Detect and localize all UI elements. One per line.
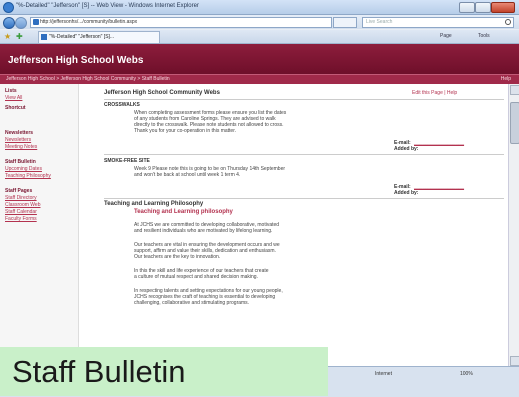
close-button[interactable] [491,2,515,13]
caption-overlay: Staff Bulletin [0,347,328,396]
nav-section-staff-bulletin: Staff Bulletin [5,159,36,165]
nav-link-staff-calendar[interactable]: Staff Calendar [5,209,37,215]
window-titlebar: "%-Detailed" "Jefferson" [S] -- Web View… [0,0,519,15]
window-title: "%-Detailed" "Jefferson" [S] -- Web View… [16,3,199,9]
nav-link-faculty-forms[interactable]: Faculty Forms [5,216,37,222]
nav-link-meeting-notes[interactable]: Meeting Notes [5,144,37,150]
tab-page-icon [41,34,47,40]
nav-section-staff-pages: Staff Pages [5,188,33,194]
url-text: http://jeffersonhs/.../community/bulleti… [40,19,138,25]
item2-divider [104,198,504,199]
zoom-level[interactable]: 100% [460,371,473,377]
item2-title: SMOKE-FREE SITE [104,158,150,164]
content-header: Jefferson High School Community Webs [104,90,220,96]
favorites-star-icon[interactable]: ★ [4,32,11,41]
search-placeholder: Live Search [366,19,393,25]
edit-page-link[interactable]: Edit this Page | Help [412,90,457,96]
nav-section-shortcut: Shortcut [5,105,26,111]
item1-email-link[interactable]: __________________ [414,140,464,146]
search-icon[interactable] [505,19,511,25]
item3-lead: Teaching and Learning philosophy [134,209,233,215]
item1-title: CROSSWALKS [104,102,140,108]
help-link[interactable]: Help [501,76,511,82]
main-content: Jefferson High School Community Webs Edi… [82,84,508,366]
item2-added-by: Added by: [394,190,419,196]
nav-section-newsletters: Newsletters [5,130,34,136]
ie-icon [3,2,14,13]
minimize-button[interactable] [459,2,475,13]
item3-p1b: and resilient individuals who are motiva… [134,228,273,234]
refresh-button[interactable] [333,17,357,28]
nav-link-teaching-philosophy[interactable]: Teaching Philosophy [5,173,51,179]
add-favorites-icon[interactable]: ✚ [16,32,23,41]
nav-section-lists: Lists [5,88,17,94]
site-title: Jefferson High School Webs [8,55,144,66]
search-input[interactable]: Live Search [362,17,514,28]
page-viewport: Jefferson High School Webs Jefferson Hig… [0,44,519,366]
header-divider [104,99,504,100]
item1-added-by: Added by: [394,146,419,152]
item3-p4c: challenging, collaborative and stimulati… [134,300,250,306]
tab-bar: ★ ✚ "%-Detailed" "Jefferson" [S]... Page… [0,30,519,44]
scroll-up-arrow[interactable] [510,85,519,95]
vertical-scrollbar[interactable] [508,84,519,366]
scroll-down-arrow[interactable] [510,356,519,366]
address-bar: http://jeffersonhs/.../community/bulleti… [0,15,519,29]
tools-menu[interactable]: Tools [478,33,490,39]
nav-link-staff-directory[interactable]: Staff Directory [5,195,37,201]
back-button[interactable] [3,17,15,29]
item1-line4: Thank you for your co-operation in this … [134,128,236,134]
item3-p3b: a culture of mutual respect and shared d… [134,274,258,280]
item2-email-link[interactable]: __________________ [414,184,464,190]
page-menu[interactable]: Page [440,33,452,39]
nav-link-view-all[interactable]: View All [5,95,22,101]
breadcrumb: Jefferson High School > Jefferson High S… [0,74,519,84]
left-nav: Lists View All Shortcut Newsletters News… [0,84,79,366]
site-header: Jefferson High School Webs [0,44,519,74]
forward-button[interactable] [15,17,27,29]
item1-divider [104,154,504,155]
maximize-button[interactable] [475,2,491,13]
tab-label: "%-Detailed" "Jefferson" [S]... [49,34,115,40]
url-input[interactable]: http://jeffersonhs/.../community/bulleti… [30,17,332,28]
nav-link-newsletters[interactable]: Newsletters [5,137,31,143]
breadcrumb-text[interactable]: Jefferson High School > Jefferson High S… [6,76,170,82]
browser-tab[interactable]: "%-Detailed" "Jefferson" [S]... [38,31,160,43]
item2-line2: and won't be back at school until week 1… [134,172,241,178]
item3-p2c: Our teachers are the key to innovation. [134,254,221,260]
nav-link-classroom-web[interactable]: Classroom Web [5,202,40,208]
security-zone: Internet [375,371,392,377]
scroll-thumb[interactable] [510,102,519,144]
page-icon [33,19,39,25]
item3-title: Teaching and Learning Philosophy [104,201,204,207]
nav-link-upcoming-dates[interactable]: Upcoming Dates [5,166,42,172]
